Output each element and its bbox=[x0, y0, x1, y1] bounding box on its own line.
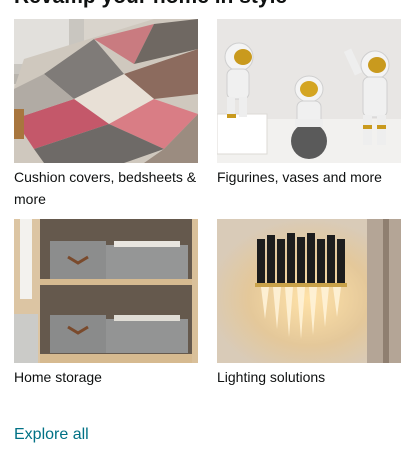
card-title: Revamp your home in style bbox=[14, 0, 402, 8]
tile-label[interactable]: Home storage bbox=[14, 366, 198, 388]
figurines-image[interactable] bbox=[217, 19, 401, 163]
lamp-image[interactable] bbox=[217, 219, 401, 363]
tile-label[interactable]: Lighting solutions bbox=[217, 366, 401, 388]
tile-lighting[interactable]: Lighting solutions bbox=[217, 219, 401, 388]
tile-label[interactable]: Cushion covers, bedsheets & more bbox=[14, 166, 198, 210]
explore-all-link[interactable]: Explore all bbox=[14, 425, 89, 445]
tile-label[interactable]: Figurines, vases and more bbox=[217, 166, 401, 188]
tile-cushion-covers[interactable]: Cushion covers, bedsheets & more bbox=[14, 19, 198, 210]
storage-image[interactable] bbox=[14, 219, 198, 363]
tile-figurines[interactable]: Figurines, vases and more bbox=[217, 19, 401, 188]
rug-image[interactable] bbox=[14, 19, 198, 163]
tile-home-storage[interactable]: Home storage bbox=[14, 219, 198, 388]
